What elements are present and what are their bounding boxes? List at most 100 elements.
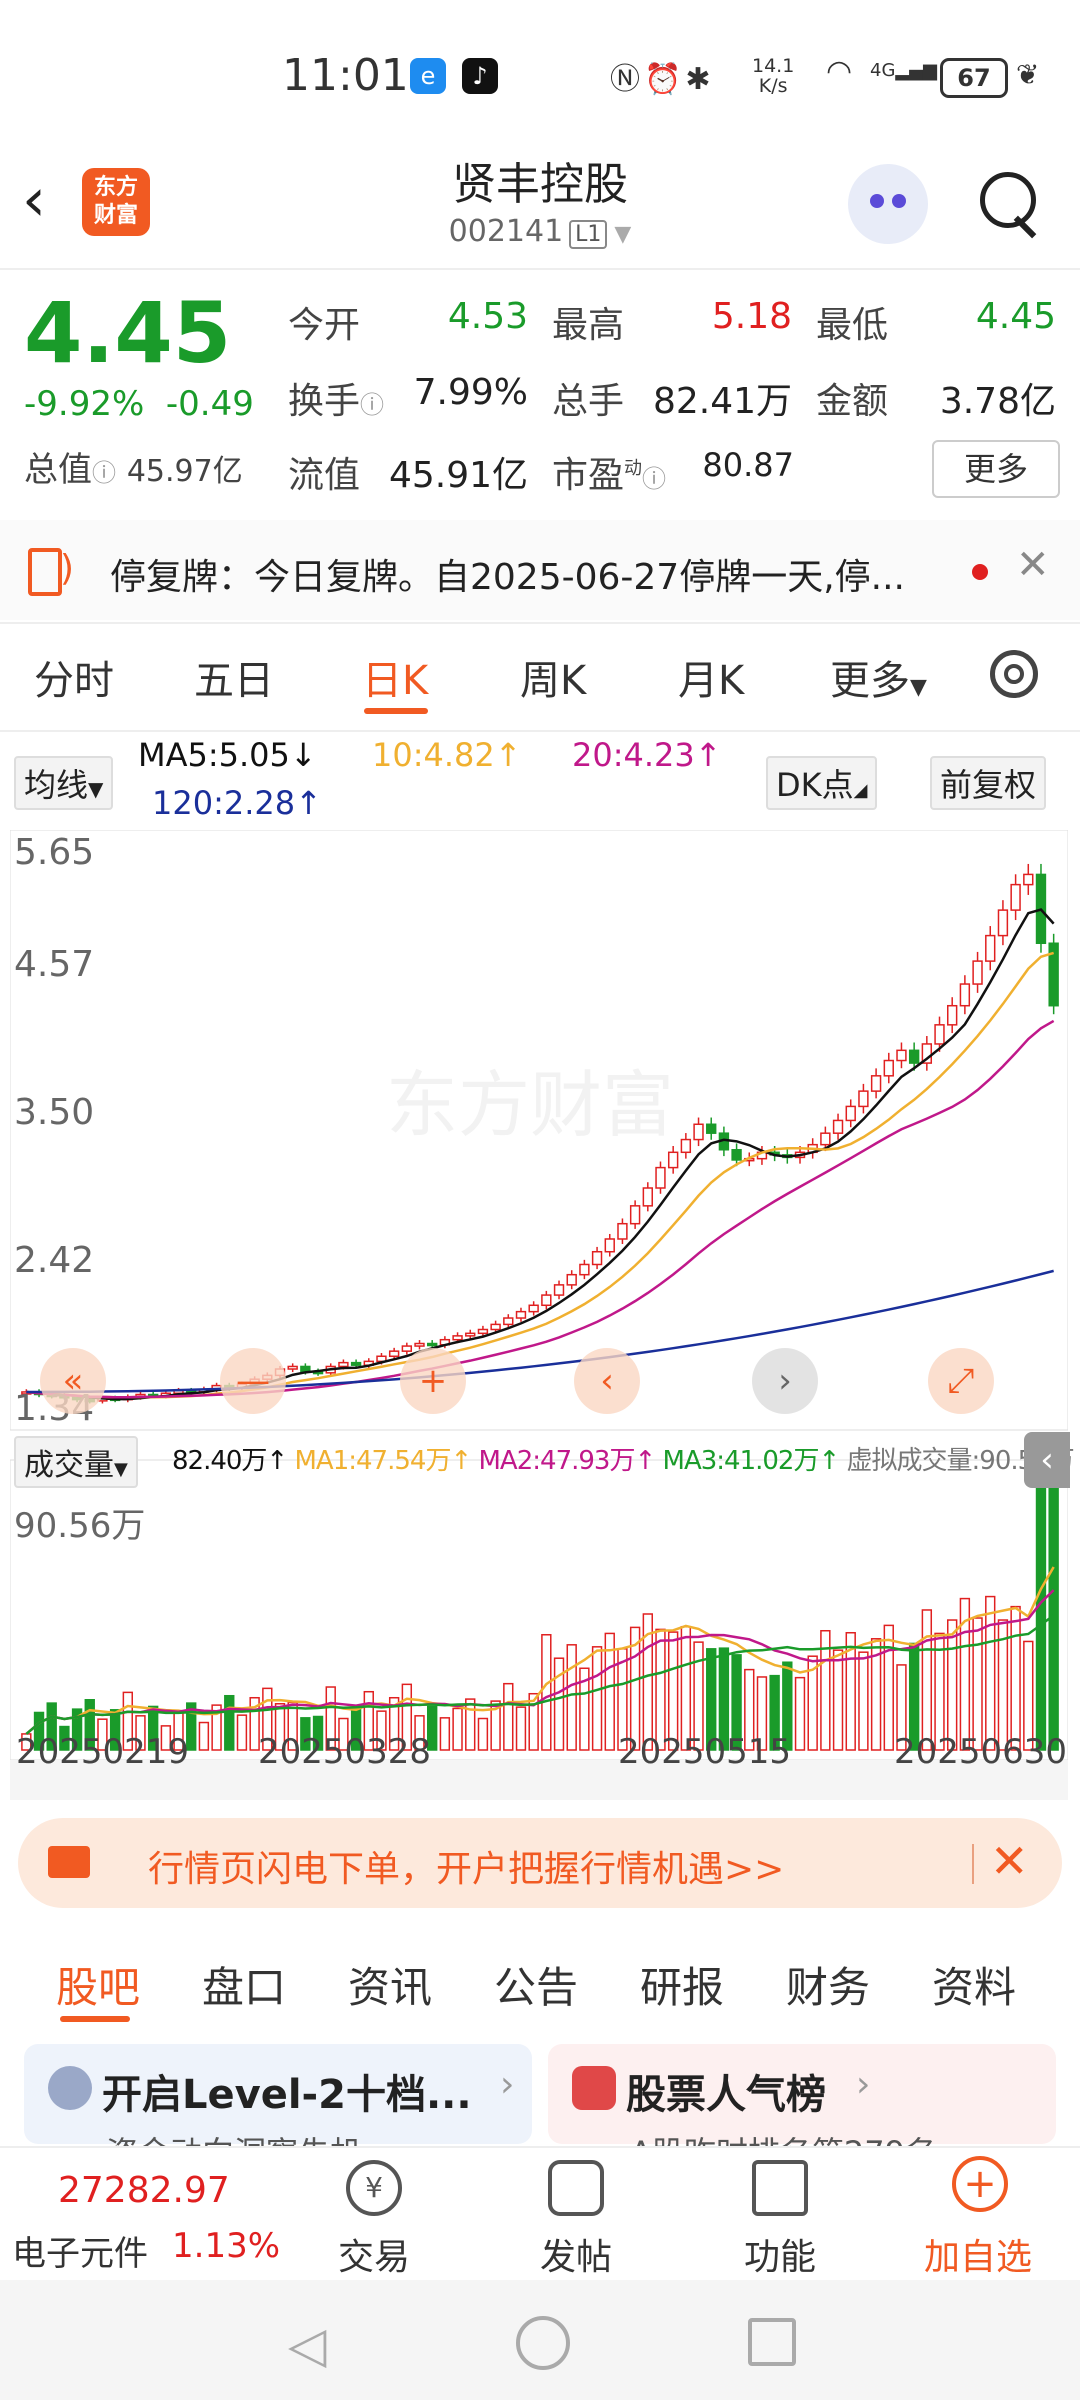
candle [338, 1361, 349, 1368]
candle [858, 1090, 869, 1108]
volume-indicator-select[interactable]: 成交量▼ [14, 1436, 138, 1488]
volume-bar [503, 1682, 514, 1751]
sector-name[interactable]: 电子元件 [12, 2226, 148, 2275]
tab-announcements[interactable]: 公告 [494, 1954, 578, 2015]
candle [287, 1365, 298, 1370]
current-price: 4.45 [24, 284, 232, 382]
trade-icon[interactable]: ¥ [346, 2160, 402, 2216]
close-icon[interactable]: ✕ [1016, 542, 1050, 588]
candle [427, 1342, 438, 1347]
nav-recents-icon[interactable] [748, 2318, 796, 2366]
candle [680, 1138, 692, 1154]
tab-pankou[interactable]: 盘口 [202, 1954, 286, 2015]
low-value: 4.45 [975, 296, 1056, 337]
tab-news[interactable]: 资讯 [348, 1954, 432, 2015]
chevron-right-icon: › [856, 2064, 871, 2105]
ma5-value: MA5:5.05↓ [138, 736, 317, 774]
volume-bar [553, 1657, 565, 1751]
volume-bar [515, 1706, 527, 1751]
level2-card-sub: 资金动向洞察先机 [106, 2128, 362, 2148]
assistant-robot-icon[interactable] [848, 164, 928, 244]
popularity-card-sub: A股昨时排名第279名 [630, 2128, 937, 2148]
sector-index-value[interactable]: 27282.97 [58, 2170, 230, 2211]
collapse-panel-icon[interactable]: ‹ [1024, 1432, 1070, 1488]
zoom-out-icon[interactable]: — [220, 1348, 286, 1414]
candle [515, 1310, 527, 1319]
tab-research[interactable]: 研报 [640, 1954, 724, 2015]
tab-daily-k[interactable]: 日K [362, 648, 428, 706]
tab-weekly-k[interactable]: 周K [520, 648, 586, 706]
x-tick-label: 20250219 [16, 1732, 190, 1772]
volume-values: 82.40万↑ MA1:47.54万↑ MA2:47.93万↑ MA3:41.0… [172, 1446, 1075, 1476]
candle [947, 1004, 958, 1026]
megaphone-icon [48, 1846, 90, 1878]
scroll-left-fast-icon[interactable]: « [40, 1348, 106, 1414]
post-edit-icon[interactable] [548, 2160, 604, 2216]
candle [959, 983, 971, 1007]
volume-bar [591, 1646, 603, 1751]
x-tick-label: 20250515 [618, 1732, 792, 1772]
tab-finance[interactable]: 财务 [786, 1954, 870, 2015]
wifi-icon: ◠ [826, 54, 853, 89]
tab-five-day[interactable]: 五日 [194, 648, 274, 706]
signal-icon: 4G▂▄▆ [870, 60, 937, 81]
app-notification-icon: e [410, 58, 446, 94]
volume-bar [985, 1595, 996, 1751]
kline-chart[interactable]: 东方财富 [10, 830, 1068, 1800]
volume-bar [794, 1676, 806, 1751]
candle [617, 1222, 628, 1240]
level2-icon [48, 2066, 92, 2110]
volume-bar [236, 1714, 248, 1751]
tab-guba[interactable]: 股吧 [56, 1954, 140, 2015]
candle [667, 1151, 679, 1169]
more-button[interactable]: 更多 [932, 440, 1060, 498]
candle [731, 1149, 742, 1161]
ma120-value: 120:2.28↑ [152, 784, 322, 822]
y-tick-label: 5.65 [14, 832, 95, 873]
ma-type-select[interactable]: 均线▼ [14, 756, 114, 810]
candle [528, 1304, 539, 1313]
tab-monthly-k[interactable]: 月K [678, 648, 744, 706]
candle [477, 1328, 489, 1335]
nav-add-watchlist[interactable]: 加自选 [924, 2228, 1032, 2280]
nav-back-icon[interactable]: ◁ [288, 2316, 326, 2374]
candle [997, 909, 1009, 937]
volume-bar [566, 1644, 577, 1751]
tab-profile[interactable]: 资料 [932, 1954, 1016, 2015]
amount-value: 3.78亿 [939, 381, 1056, 422]
candle [350, 1361, 362, 1366]
x-tick-label: 20250328 [258, 1732, 432, 1772]
volume-bar [452, 1707, 463, 1751]
fullscreen-icon[interactable]: ⤢ [928, 1348, 994, 1414]
scroll-right-icon[interactable]: › [752, 1348, 818, 1414]
functions-grid-icon[interactable] [752, 2160, 808, 2216]
nav-post[interactable]: 发帖 [540, 2228, 612, 2280]
float-value: 45.91亿 [388, 455, 528, 496]
nav-home-icon[interactable] [516, 2316, 570, 2370]
ma20-value: 20:4.23↑ [572, 736, 722, 774]
zoom-in-icon[interactable]: + [400, 1348, 466, 1414]
adjust-button[interactable]: 前复权 [930, 756, 1047, 810]
tab-intraday[interactable]: 分时 [34, 648, 114, 706]
nav-trade[interactable]: 交易 [338, 2228, 410, 2280]
add-watchlist-icon[interactable]: + [952, 2156, 1008, 2212]
scroll-left-icon[interactable]: ‹ [574, 1348, 640, 1414]
nav-functions[interactable]: 功能 [744, 2228, 816, 2280]
volume-bar [477, 1717, 489, 1751]
promo-text[interactable]: 行情页闪电下单，开户把握行情机遇>> [148, 1840, 784, 1892]
volume-bar [858, 1651, 869, 1751]
y-tick-label: 4.57 [14, 944, 95, 985]
dk-point-button[interactable]: DK点◢ [766, 756, 878, 810]
volume-bar [883, 1624, 894, 1751]
notice-text[interactable]: 停复牌：今日复牌。自2025-06-27停牌一天,停... [110, 548, 905, 600]
sector-change[interactable]: 1.13% [172, 2226, 280, 2266]
search-icon[interactable] [980, 172, 1036, 228]
tab-more[interactable]: 更多▼ [830, 648, 927, 706]
volume-bar [972, 1617, 983, 1751]
network-speed: 14.1 K/s [752, 55, 795, 97]
volume-bar [198, 1721, 210, 1751]
close-icon[interactable]: ✕ [990, 1834, 1029, 1888]
volume-bar [947, 1619, 958, 1751]
chevron-right-icon: › [500, 2064, 515, 2105]
float-label: 流值 [288, 455, 361, 496]
